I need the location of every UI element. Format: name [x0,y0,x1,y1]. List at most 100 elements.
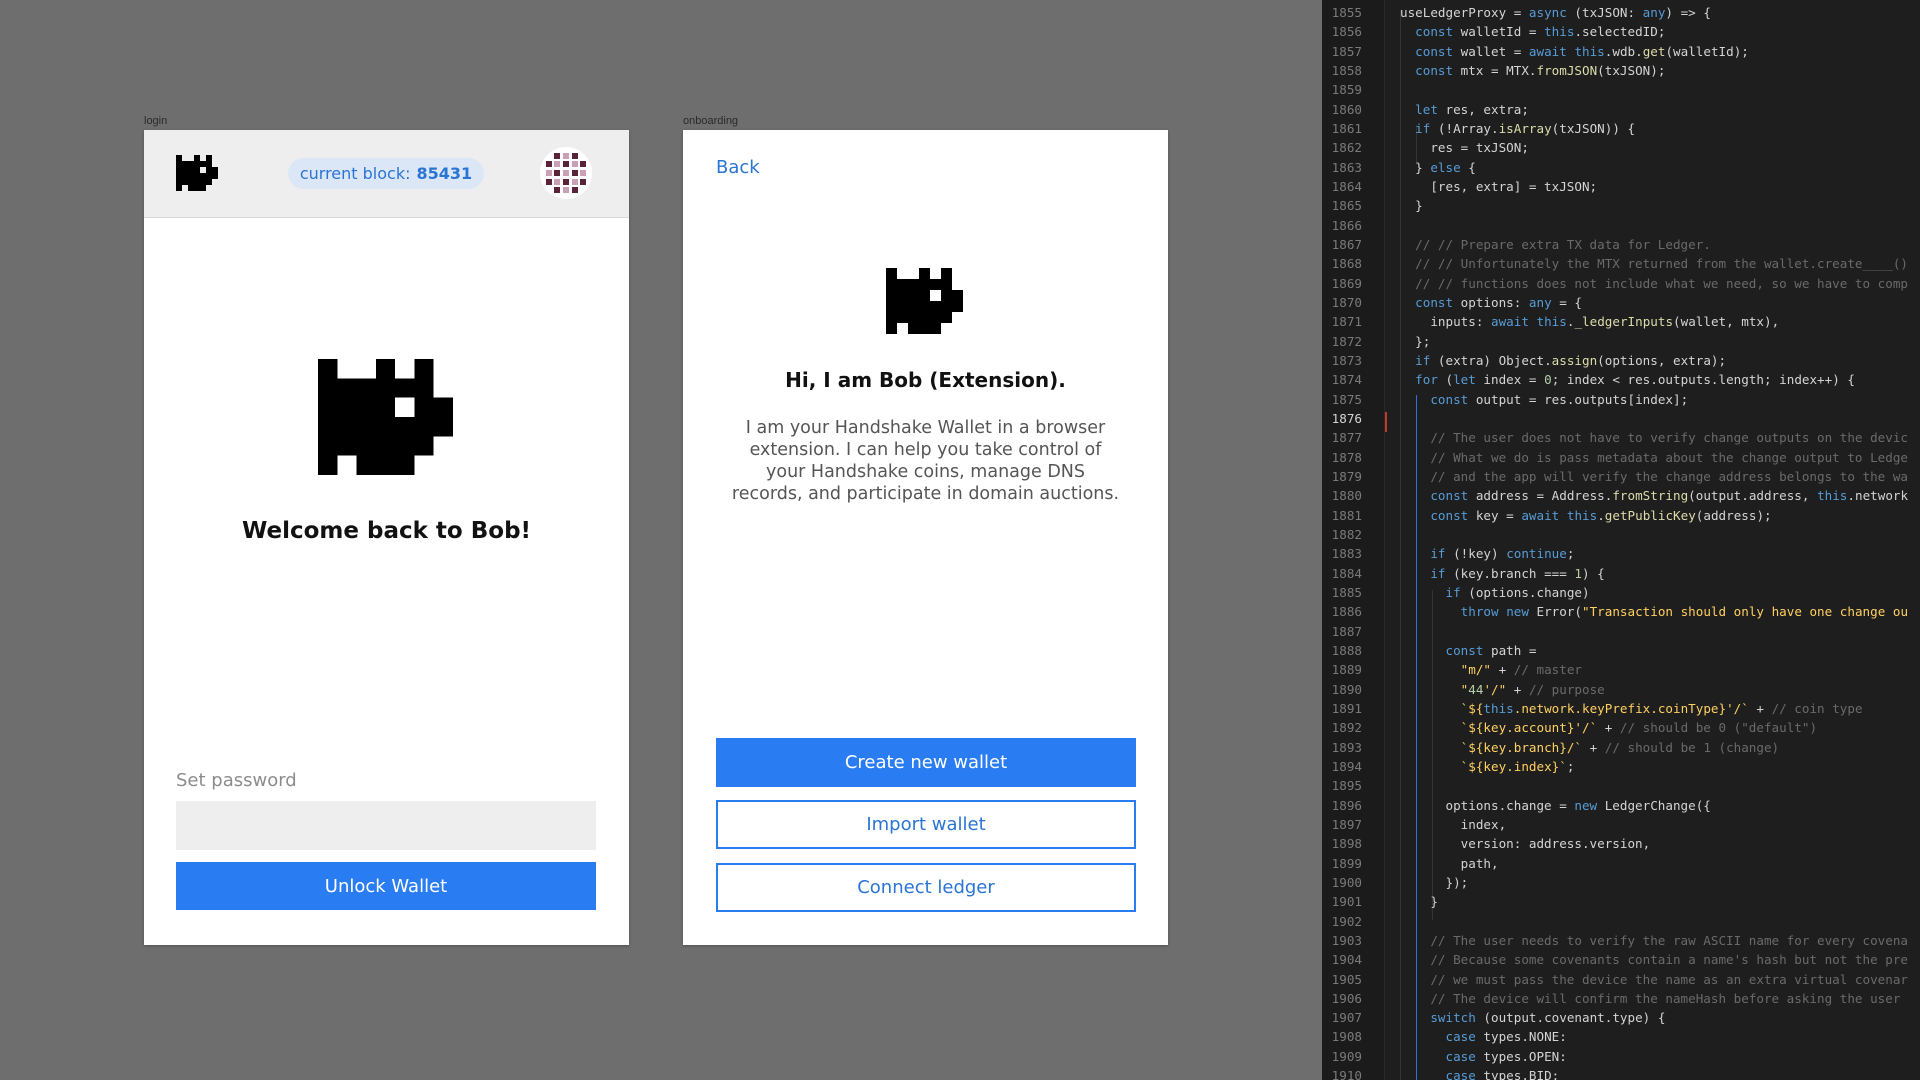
code-text: useLedgerProxy = async (txJSON: any) => … [1400,5,1711,20]
password-input[interactable] [176,801,596,850]
line-number: 1867 [1331,236,1362,252]
connect-ledger-button[interactable]: Connect ledger [716,863,1136,912]
code-editor[interactable]: 1855 useLedgerProxy = async (txJSON: any)… [1322,0,1920,1080]
code-text: const mtx = MTX.fromJSON(txJSON); [1415,62,1666,78]
code-text: // Because some covenants contain a name… [1400,952,1908,968]
line-number: 1865 [1331,198,1362,214]
code-text: "m/" + // master [1460,662,1583,678]
code-text: "44'/" + // purpose [1460,681,1605,697]
line-number: 1856 [1331,24,1362,40]
login-frame-label: login [144,115,168,127]
line-number: 1908 [1331,1029,1362,1045]
bob-logo-large-icon [318,359,453,475]
line-number: 1871 [1331,314,1362,330]
line-number: 1887 [1331,623,1362,639]
line-number: 1881 [1331,507,1362,523]
line-number: 1859 [1331,82,1362,98]
create-wallet-button[interactable]: Create new wallet [716,738,1136,787]
line-number: 1890 [1331,681,1362,697]
code-text: const path = [1445,642,1537,658]
code-text: if (!Array.isArray(txJSON)) { [1415,120,1636,136]
greeting-heading: Hi, I am Bob (Extension). [785,368,1066,392]
code-text: // and the app will verify the change ad… [1400,468,1908,484]
code-text: // // Prepare extra TX data for Ledger. [1400,236,1711,252]
import-wallet-button[interactable]: Import wallet [716,800,1136,849]
line-number: 1861 [1331,120,1362,136]
line-number: 1898 [1331,836,1362,852]
code-text: if (key.branch === 1) { [1430,565,1605,581]
back-link[interactable]: Back [716,157,760,178]
line-number: 1904 [1331,952,1362,968]
code-text: const options: any = { [1415,294,1583,310]
line-number: 1855 [1331,5,1362,20]
code-text: case types.NONE: [1445,1029,1567,1045]
code-text: version: address.version, [1400,836,1651,852]
line-number: 1909 [1331,1048,1362,1064]
line-number: 1873 [1331,352,1362,368]
code-text: `${key.branch}/` + // should be 1 (chang… [1460,739,1780,755]
code-text: // // Unfortunately the MTX returned fro… [1400,256,1908,272]
line-number: 1880 [1331,488,1362,504]
line-number: 1875 [1331,391,1362,407]
code-text: for (let index = 0; index < res.outputs.… [1415,372,1855,388]
code-text: } [1400,894,1438,910]
line-number: 1878 [1331,449,1362,465]
unlock-wallet-button[interactable]: Unlock Wallet [176,862,596,910]
code-text: // The user needs to verify the raw ASCI… [1400,932,1908,948]
code-text: const key = await this.getPublicKey(addr… [1430,507,1772,523]
line-number: 1883 [1331,546,1362,562]
code-text: path, [1400,855,1499,871]
line-number: 1872 [1331,333,1362,349]
line-number: 1857 [1331,43,1362,59]
code-text: }; [1400,333,1431,349]
line-number: 1892 [1331,720,1362,736]
code-text: index, [1400,816,1507,832]
line-number: 1874 [1331,372,1362,388]
line-number: 1862 [1331,140,1362,156]
code-text: let res, extra; [1415,101,1529,117]
line-number: 1860 [1331,101,1362,117]
line-number: 1882 [1331,526,1362,542]
line-number: 1891 [1331,700,1362,716]
code-text: } [1400,198,1423,214]
code-text: const wallet = await this.wdb.get(wallet… [1415,43,1749,59]
code-text: // The device will confirm the nameHash … [1400,990,1901,1006]
line-number: 1907 [1331,1010,1362,1026]
code-text: [res, extra] = txJSON; [1400,178,1598,194]
code-text: // we must pass the device the name as a… [1400,971,1908,987]
login-screen: current block: 85431 Welcome back to Bob… [144,130,629,945]
code-text: }); [1400,874,1469,890]
code-text: switch (output.covenant.type) { [1430,1010,1666,1026]
line-number: 1884 [1331,565,1362,581]
code-text: // // functions does not include what we… [1400,275,1908,291]
code-text: `${this.network.keyPrefix.coinType}'/` +… [1460,700,1863,716]
code-text: `${key.account}'/` + // should be 0 ("de… [1460,720,1818,736]
code-text: options.change = new LedgerChange({ [1400,797,1711,813]
code-text: if (options.change) [1445,584,1590,600]
onboarding-frame-label: onboarding [683,115,739,127]
code-text: `${key.index}`; [1460,758,1575,774]
line-number: 1896 [1331,797,1362,813]
current-block-label: current block: [299,164,411,183]
line-number: 1893 [1331,739,1362,755]
code-text: const address = Address.fromString(outpu… [1430,488,1909,504]
line-number: 1885 [1331,584,1362,600]
line-number: 1894 [1331,758,1362,774]
code-text: const walletId = this.selectedID; [1415,24,1666,40]
line-number: 1869 [1331,275,1362,291]
line-number: 1868 [1331,256,1362,272]
identicon-avatar-icon[interactable] [540,147,592,199]
code-text: if (!key) continue; [1430,546,1575,562]
line-number: 1897 [1331,816,1362,832]
code-text: } else { [1400,159,1476,175]
line-number: 1876 [1331,410,1362,426]
cursor-line-marker [1385,412,1387,432]
line-number: 1888 [1331,642,1362,658]
line-number: 1858 [1331,62,1362,78]
line-number: 1863 [1331,159,1362,175]
line-number: 1864 [1331,178,1362,194]
line-number: 1895 [1331,778,1362,794]
code-text: case types.OPEN: [1445,1048,1567,1064]
password-label: Set password [176,770,297,791]
line-number: 1905 [1331,971,1362,987]
